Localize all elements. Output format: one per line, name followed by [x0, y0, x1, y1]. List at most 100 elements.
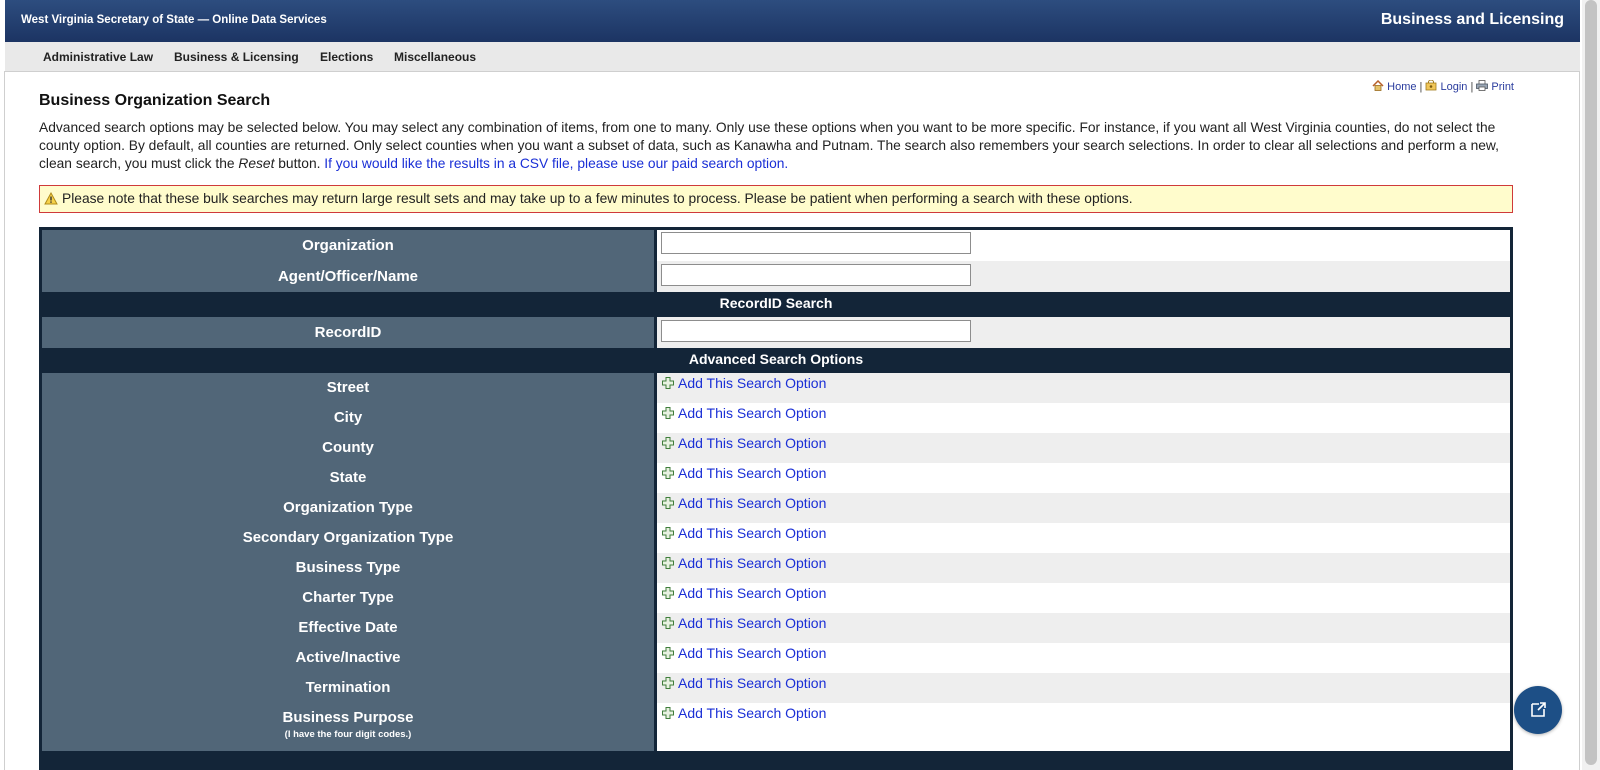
- advanced-option-name: Active/Inactive: [295, 649, 401, 666]
- advanced-option-row-charter-type: Charter Type Add This Search Option: [42, 583, 1510, 613]
- plus-icon: [662, 587, 674, 599]
- organization-label: Organization: [42, 230, 654, 261]
- login-icon: [1426, 80, 1437, 91]
- home-icon: [1372, 80, 1384, 91]
- advanced-option-cell: Add This Search Option: [657, 553, 1510, 583]
- add-search-option-label: Add This Search Option: [678, 675, 827, 691]
- add-search-option-label: Add This Search Option: [678, 405, 827, 421]
- plus-icon: [662, 647, 674, 659]
- section-title: Business and Licensing: [1380, 11, 1564, 28]
- advanced-option-row-effective-date: Effective Date Add This Search Option: [42, 613, 1510, 643]
- advanced-option-cell: Add This Search Option: [657, 493, 1510, 523]
- top-navigation: Administrative Law Business & Licensing …: [5, 42, 1580, 71]
- advanced-section-header: Advanced Search Options: [42, 348, 1510, 373]
- advanced-option-cell: Add This Search Option: [657, 433, 1510, 463]
- advanced-option-name: County: [322, 439, 374, 456]
- plus-icon: [662, 707, 674, 719]
- scrollbar-thumb[interactable]: [1585, 0, 1597, 765]
- agent-label: Agent/Officer/Name: [42, 261, 654, 292]
- advanced-option-row-county: County Add This Search Option: [42, 433, 1510, 463]
- nav-elections[interactable]: Elections: [320, 50, 373, 64]
- plus-icon: [662, 677, 674, 689]
- add-search-option-business-type[interactable]: Add This Search Option: [662, 555, 826, 571]
- add-search-option-label: Add This Search Option: [678, 555, 827, 571]
- add-search-option-secondary-organization-type[interactable]: Add This Search Option: [662, 525, 826, 541]
- advanced-option-name: Business Type: [295, 559, 401, 576]
- bulk-search-notice: Please note that these bulk searches may…: [39, 185, 1513, 213]
- organization-input[interactable]: [661, 232, 971, 254]
- utility-separator: |: [1419, 81, 1423, 93]
- plus-icon: [662, 377, 674, 389]
- add-search-option-label: Add This Search Option: [678, 495, 827, 511]
- add-search-option-charter-type[interactable]: Add This Search Option: [662, 585, 826, 601]
- recordid-input[interactable]: [661, 320, 971, 342]
- add-search-option-label: Add This Search Option: [678, 435, 827, 451]
- add-search-option-label: Add This Search Option: [678, 585, 827, 601]
- advanced-option-cell: Add This Search Option: [657, 703, 1510, 751]
- advanced-option-name: State: [329, 469, 367, 486]
- nav-business-licensing[interactable]: Business & Licensing: [174, 50, 299, 64]
- advanced-option-label: Street: [42, 373, 654, 403]
- print-link[interactable]: Print: [1491, 81, 1514, 93]
- add-search-option-business-purpose[interactable]: Add This Search Option: [662, 705, 826, 721]
- paid-search-link[interactable]: If you would like the results in a CSV f…: [324, 156, 788, 171]
- advanced-option-cell: Add This Search Option: [657, 583, 1510, 613]
- advanced-option-name: Street: [326, 379, 370, 396]
- add-search-option-city[interactable]: Add This Search Option: [662, 405, 826, 421]
- advanced-option-label: Termination: [42, 673, 654, 703]
- recordid-section-header: RecordID Search: [42, 292, 1510, 317]
- business-purpose-note: (I have the four digit codes.): [284, 729, 412, 740]
- recordid-row: RecordID: [42, 317, 1510, 348]
- chat-button[interactable]: [1514, 686, 1562, 734]
- advanced-option-cell: Add This Search Option: [657, 643, 1510, 673]
- advanced-option-label: State: [42, 463, 654, 493]
- advanced-option-cell: Add This Search Option: [657, 613, 1510, 643]
- add-search-option-effective-date[interactable]: Add This Search Option: [662, 615, 826, 631]
- advanced-option-cell: Add This Search Option: [657, 463, 1510, 493]
- nav-miscellaneous[interactable]: Miscellaneous: [394, 50, 476, 64]
- advanced-option-label: Business Type: [42, 553, 654, 583]
- advanced-option-label: County: [42, 433, 654, 463]
- advanced-option-name: Secondary Organization Type: [242, 529, 454, 546]
- add-search-option-label: Add This Search Option: [678, 375, 827, 391]
- advanced-option-label: Charter Type: [42, 583, 654, 613]
- agent-cell: [657, 261, 1510, 292]
- agent-input[interactable]: [661, 264, 971, 286]
- organization-row: Organization: [42, 230, 1510, 261]
- add-search-option-organization-type[interactable]: Add This Search Option: [662, 495, 826, 511]
- advanced-option-label: Secondary Organization Type: [42, 523, 654, 553]
- utility-links: Home | Login | Print: [1372, 80, 1514, 93]
- advanced-option-row-organization-type: Organization Type Add This Search Option: [42, 493, 1510, 523]
- search-form-table: Organization Agent/Officer/Name RecordID…: [39, 227, 1513, 770]
- intro-reset-word: Reset: [238, 156, 275, 171]
- add-search-option-label: Add This Search Option: [678, 525, 827, 541]
- add-search-option-label: Add This Search Option: [678, 465, 827, 481]
- add-search-option-active-inactive[interactable]: Add This Search Option: [662, 645, 826, 661]
- advanced-option-name: Termination: [305, 679, 391, 696]
- home-link[interactable]: Home: [1387, 81, 1416, 93]
- advanced-option-name: City: [333, 409, 363, 426]
- advanced-option-row-street: Street Add This Search Option: [42, 373, 1510, 403]
- advanced-option-name: Effective Date: [298, 619, 398, 636]
- advanced-option-row-active-inactive: Active/Inactive Add This Search Option: [42, 643, 1510, 673]
- recordid-label: RecordID: [42, 317, 654, 348]
- intro-after-text: button.: [274, 156, 325, 171]
- plus-icon: [662, 527, 674, 539]
- advanced-option-row-business-purpose: Business Purpose (I have the four digit c…: [42, 703, 1510, 751]
- add-search-option-termination[interactable]: Add This Search Option: [662, 675, 826, 691]
- advanced-option-name: Charter Type: [302, 589, 394, 606]
- advanced-option-label: Organization Type: [42, 493, 654, 523]
- add-search-option-street[interactable]: Add This Search Option: [662, 375, 826, 391]
- add-search-option-county[interactable]: Add This Search Option: [662, 435, 826, 451]
- advanced-option-label: Effective Date: [42, 613, 654, 643]
- advanced-option-row-business-type: Business Type Add This Search Option: [42, 553, 1510, 583]
- add-search-option-state[interactable]: Add This Search Option: [662, 465, 826, 481]
- plus-icon: [662, 437, 674, 449]
- warning-icon: [44, 192, 58, 205]
- advanced-option-cell: Add This Search Option: [657, 523, 1510, 553]
- nav-administrative-law[interactable]: Administrative Law: [43, 50, 153, 64]
- login-link[interactable]: Login: [1440, 81, 1467, 93]
- advanced-option-cell: Add This Search Option: [657, 373, 1510, 403]
- page-title: Business Organization Search: [39, 92, 271, 109]
- notice-text: Please note that these bulk searches may…: [62, 191, 1133, 206]
